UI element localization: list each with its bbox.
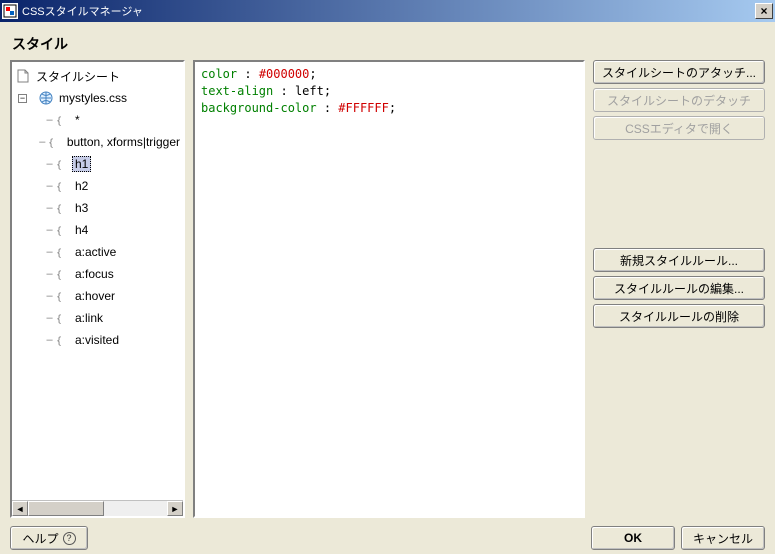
tree-file[interactable]: − mystyles.css — [15, 87, 183, 109]
attach-stylesheet-button[interactable]: スタイルシートのアタッチ... — [593, 60, 765, 84]
svg-text:{ }: { } — [56, 270, 69, 281]
tree-rule-label: * — [72, 112, 83, 128]
scroll-right-button[interactable]: ► — [167, 501, 183, 516]
tree-root-label: スタイルシート — [33, 67, 123, 86]
horizontal-scrollbar[interactable]: ◄ ► — [12, 500, 183, 516]
tree-rule[interactable]: –{ }a:link — [15, 307, 183, 329]
css-property: text-align — [201, 84, 273, 98]
tree-rule-label: a:focus — [72, 266, 117, 282]
tree-rule[interactable]: –{ }h1 — [15, 153, 183, 175]
svg-text:{ }: { } — [48, 138, 61, 149]
svg-text:{ }: { } — [56, 292, 69, 303]
edit-style-rule-button[interactable]: スタイルルールの編集... — [593, 276, 765, 300]
svg-text:{ }: { } — [56, 336, 69, 347]
tree-file-label: mystyles.css — [56, 90, 130, 106]
tree-rule-label: a:link — [72, 310, 106, 326]
tree-rule[interactable]: –{ }h3 — [15, 197, 183, 219]
css-rule-icon: { } — [55, 201, 69, 215]
css-rule-icon: { } — [55, 245, 69, 259]
tree-rule[interactable]: –{ }h2 — [15, 175, 183, 197]
scroll-left-button[interactable]: ◄ — [12, 501, 28, 516]
dialog-button-row: ヘルプ ? OK キャンセル — [10, 518, 765, 550]
tree-rule-label: a:visited — [72, 332, 122, 348]
stylesheet-tree[interactable]: スタイルシート − mystyles.css –{ }*–{ }button, … — [10, 60, 185, 518]
tree-rule-label: h1 — [72, 156, 91, 172]
tree-rule-label: button, xforms|trigger — [64, 134, 183, 150]
tree-rule-label: h3 — [72, 200, 91, 216]
tree-root[interactable]: スタイルシート — [15, 65, 183, 87]
tree-branch-icon: – — [45, 114, 54, 126]
help-label: ヘルプ — [22, 530, 58, 547]
css-rule-icon: { } — [55, 157, 69, 171]
svg-text:{ }: { } — [56, 248, 69, 259]
help-button[interactable]: ヘルプ ? — [10, 526, 88, 550]
css-rule-icon: { } — [55, 289, 69, 303]
tree-rule[interactable]: –{ }button, xforms|trigger — [15, 131, 183, 153]
tree-rule-label: a:active — [72, 244, 119, 260]
css-declaration: color : #000000; — [201, 66, 577, 83]
tree-branch-icon: – — [45, 290, 54, 302]
tree-branch-icon: – — [45, 246, 54, 258]
css-rule-icon: { } — [55, 113, 69, 127]
tree-rule-label: a:hover — [72, 288, 118, 304]
window-title: CSSスタイルマネージャ — [22, 3, 755, 19]
css-file-icon — [39, 91, 53, 105]
css-rule-icon: { } — [55, 267, 69, 281]
tree-branch-icon: – — [39, 136, 46, 148]
scroll-thumb[interactable] — [28, 501, 104, 516]
svg-text:{ }: { } — [56, 314, 69, 325]
tree-branch-icon: – — [45, 334, 54, 346]
svg-text:{ }: { } — [56, 182, 69, 193]
close-button[interactable]: × — [755, 3, 773, 19]
tree-branch-icon: – — [45, 312, 54, 324]
css-rule-icon: { } — [55, 179, 69, 193]
new-style-rule-button[interactable]: 新規スタイルルール... — [593, 248, 765, 272]
svg-text:{ }: { } — [56, 204, 69, 215]
css-value: left — [295, 84, 324, 98]
tree-rule[interactable]: –{ }a:focus — [15, 263, 183, 285]
svg-text:{ }: { } — [56, 160, 69, 171]
css-value: #000000 — [259, 67, 310, 81]
open-css-editor-button: CSSエディタで開く — [593, 116, 765, 140]
tree-rule[interactable]: –{ }a:active — [15, 241, 183, 263]
collapse-icon[interactable]: − — [18, 94, 27, 103]
css-detail-pane: color : #000000;text-align : left;backgr… — [193, 60, 585, 518]
css-declaration: text-align : left; — [201, 83, 577, 100]
delete-style-rule-button[interactable]: スタイルルールの削除 — [593, 304, 765, 328]
tree-branch-icon: – — [45, 268, 54, 280]
svg-text:{ }: { } — [56, 226, 69, 237]
tree-rule[interactable]: –{ }h4 — [15, 219, 183, 241]
ok-button[interactable]: OK — [591, 526, 675, 550]
css-value: #FFFFFF — [338, 101, 389, 115]
app-icon — [2, 3, 18, 19]
css-property: color — [201, 67, 237, 81]
tree-rule[interactable]: –{ }a:visited — [15, 329, 183, 351]
css-rule-icon: { } — [55, 223, 69, 237]
tree-rule-label: h2 — [72, 178, 91, 194]
tree-branch-icon: – — [45, 224, 54, 236]
side-button-panel: スタイルシートのアタッチ... スタイルシートのデタッチ CSSエディタで開く … — [593, 60, 765, 518]
cancel-button[interactable]: キャンセル — [681, 526, 765, 550]
css-rule-icon: { } — [55, 311, 69, 325]
css-rule-icon: { } — [55, 333, 69, 347]
tree-rule[interactable]: –{ }* — [15, 109, 183, 131]
tree-branch-icon: – — [45, 158, 54, 170]
titlebar: CSSスタイルマネージャ × — [0, 0, 775, 22]
document-icon — [16, 69, 30, 83]
tree-rule[interactable]: –{ }a:hover — [15, 285, 183, 307]
tree-branch-icon: – — [45, 202, 54, 214]
tree-rule-label: h4 — [72, 222, 91, 238]
svg-text:{ }: { } — [56, 116, 69, 127]
help-icon: ? — [63, 532, 76, 545]
page-heading: スタイル — [10, 28, 765, 60]
css-property: background-color — [201, 101, 317, 115]
css-rule-icon: { } — [47, 135, 61, 149]
scroll-track[interactable] — [28, 501, 167, 516]
detach-stylesheet-button: スタイルシートのデタッチ — [593, 88, 765, 112]
css-declaration: background-color : #FFFFFF; — [201, 100, 577, 117]
tree-branch-icon: – — [45, 180, 54, 192]
